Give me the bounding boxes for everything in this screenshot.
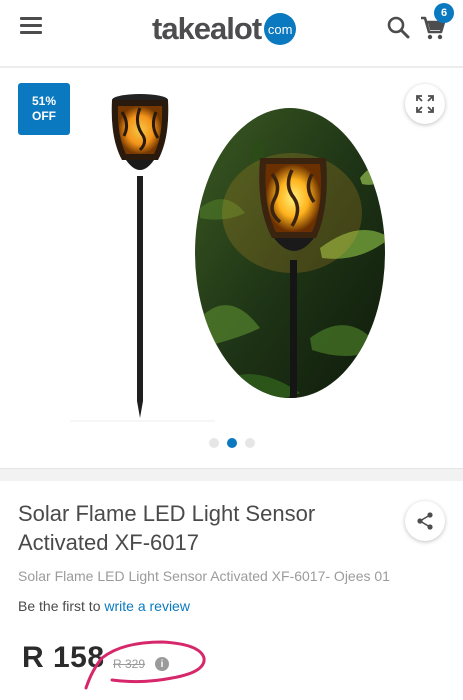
section-divider	[0, 468, 463, 481]
current-price: R 158	[22, 641, 105, 674]
cart-count-badge[interactable]: 6	[434, 3, 454, 23]
logo-text: takealot	[152, 11, 262, 46]
gallery-dot-3[interactable]	[244, 438, 255, 448]
info-icon[interactable]: i	[155, 657, 169, 671]
gallery-pagination	[0, 438, 463, 450]
write-review-link[interactable]: write a review	[104, 598, 190, 614]
torch-left	[70, 94, 215, 422]
product-title: Solar Flame LED Light Sensor Activated X…	[18, 501, 316, 555]
share-icon[interactable]	[405, 501, 445, 541]
gallery-dot-1[interactable]	[208, 438, 219, 448]
product-gallery[interactable]: 51% OFF	[0, 68, 463, 468]
review-prompt: Be the first to write a review	[18, 598, 190, 614]
takealot-logo[interactable]: takealot com	[152, 11, 297, 47]
product-subtitle: Solar Flame LED Light Sensor Activated X…	[18, 568, 390, 584]
expand-icon[interactable]	[405, 84, 445, 124]
app-header: takealot com 6	[0, 0, 463, 60]
search-icon[interactable]	[386, 15, 412, 41]
gallery-dot-2[interactable]	[226, 438, 237, 448]
torch-photo	[195, 108, 385, 398]
logo-com-badge: com	[264, 13, 297, 45]
review-prefix: Be the first to	[18, 598, 101, 614]
product-image[interactable]	[60, 88, 400, 428]
menu-icon[interactable]	[20, 16, 42, 34]
list-price: R 329	[113, 657, 146, 671]
